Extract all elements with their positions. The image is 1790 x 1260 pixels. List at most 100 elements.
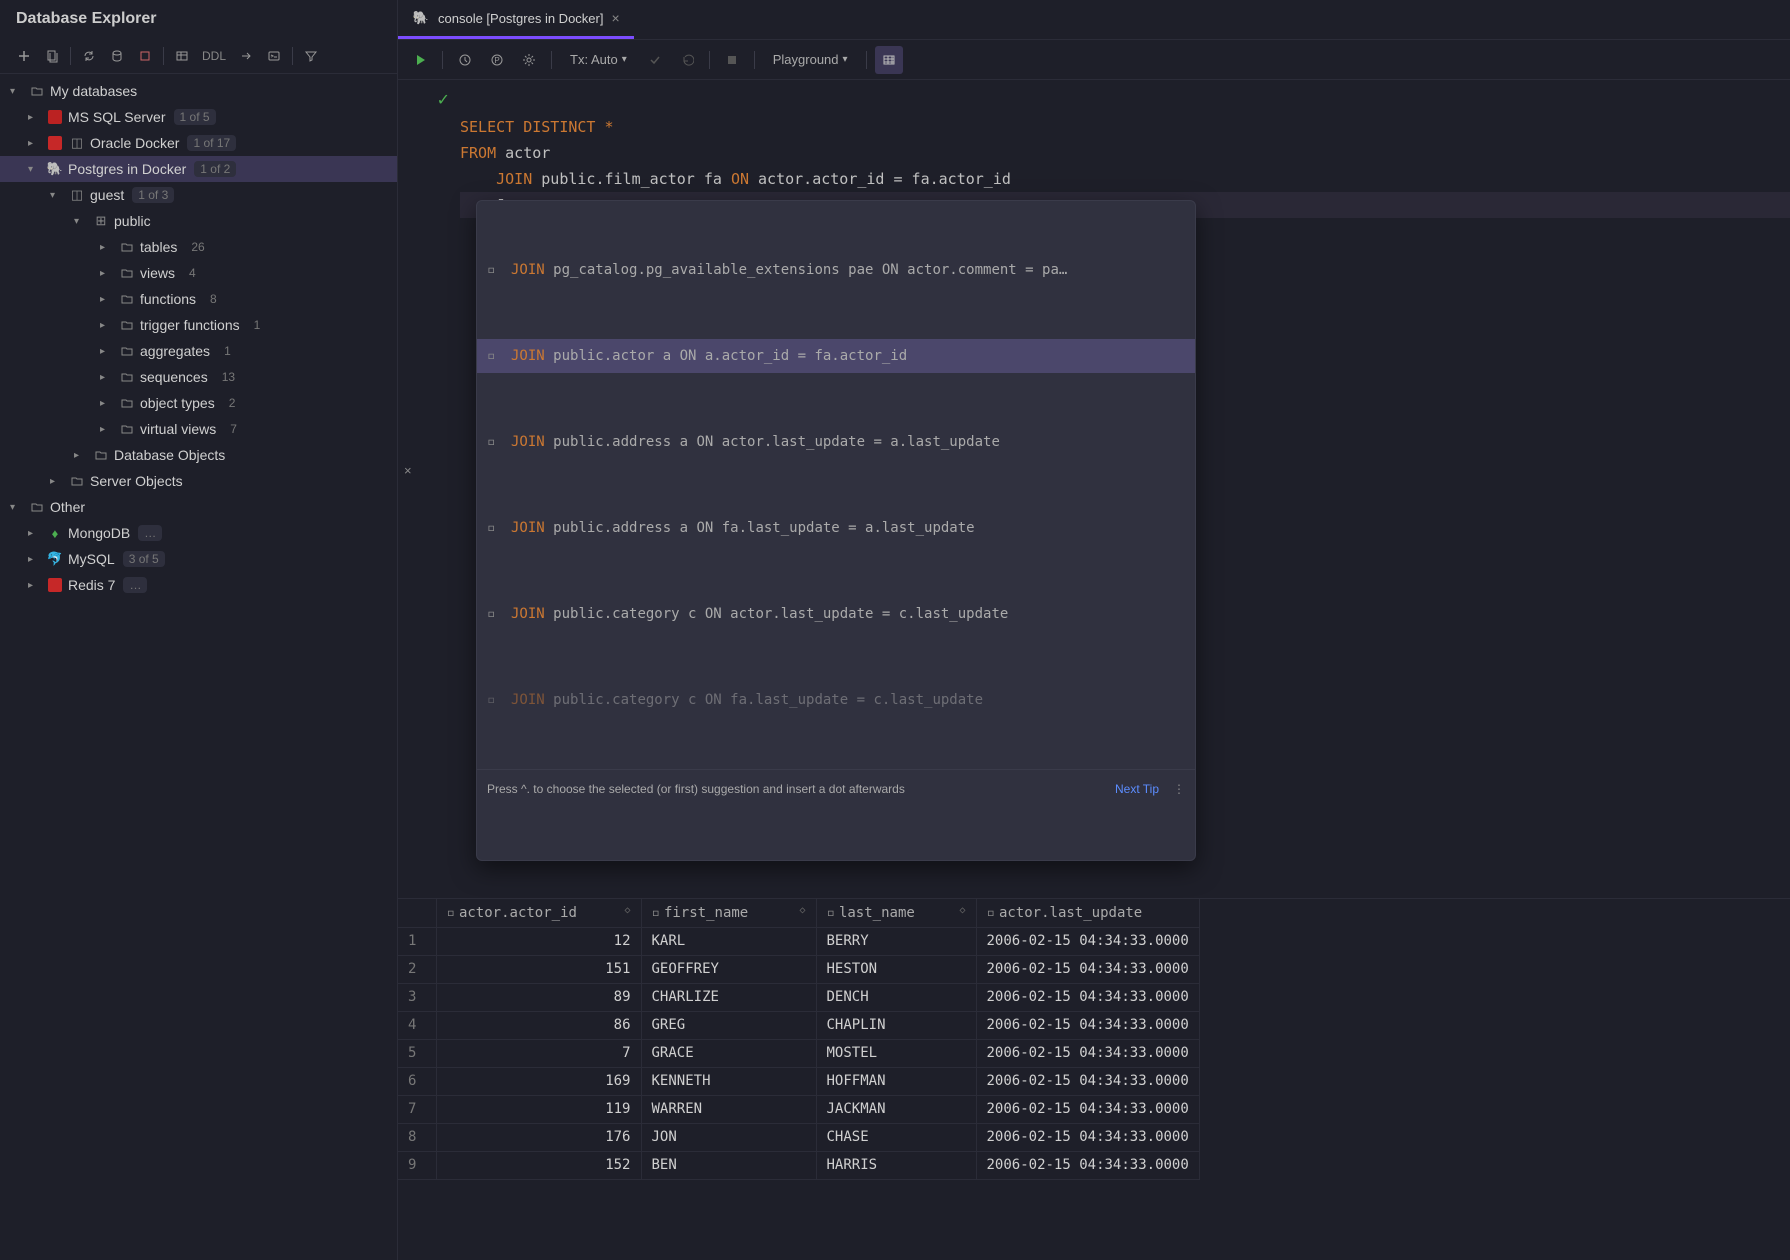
table-cell[interactable]: HOFFMAN <box>816 1067 976 1095</box>
table-row[interactable]: 57GRACEMOSTEL2006-02-15 04:34:33.0000 <box>398 1039 1199 1067</box>
close-results-icon[interactable]: × <box>404 463 412 478</box>
rollback-button[interactable] <box>673 46 701 74</box>
tree-node-my-databases[interactable]: ▾My databases <box>0 78 397 104</box>
refresh-button[interactable] <box>75 42 103 70</box>
tree-node-database-objects[interactable]: ▸Database Objects <box>0 442 397 468</box>
table-cell[interactable]: 7 <box>436 1039 641 1067</box>
table-cell[interactable]: 12 <box>436 927 641 955</box>
tree-node-sequences[interactable]: ▸sequences13 <box>0 364 397 390</box>
sort-icon[interactable]: ◇ <box>624 905 630 916</box>
table-cell[interactable]: DENCH <box>816 983 976 1011</box>
tree-node-mssql[interactable]: ▸MS SQL Server1 of 5 <box>0 104 397 130</box>
cancel-query-button[interactable] <box>718 46 746 74</box>
table-row[interactable]: 389CHARLIZEDENCH2006-02-15 04:34:33.0000 <box>398 983 1199 1011</box>
tree-node-trigger-functions[interactable]: ▸trigger functions1 <box>0 312 397 338</box>
table-cell[interactable]: KENNETH <box>641 1067 816 1095</box>
sort-icon[interactable]: ◇ <box>959 905 965 916</box>
in-editor-results-button[interactable] <box>875 46 903 74</box>
code-area[interactable]: SELECT DISTINCT * FROM actor JOIN public… <box>460 80 1790 898</box>
table-cell[interactable]: 2006-02-15 04:34:33.0000 <box>976 1039 1199 1067</box>
sql-editor[interactable]: ✓ SELECT DISTINCT * FROM actor JOIN publ… <box>398 80 1790 898</box>
completion-item[interactable]: ▫JOIN pg_catalog.pg_available_extensions… <box>477 253 1195 287</box>
table-cell[interactable]: BERRY <box>816 927 976 955</box>
column-header[interactable]: ▫last_name◇ <box>816 899 976 927</box>
close-icon[interactable]: × <box>611 10 619 26</box>
tree-node-views[interactable]: ▸views4 <box>0 260 397 286</box>
table-cell[interactable]: 176 <box>436 1123 641 1151</box>
commit-button[interactable] <box>641 46 669 74</box>
table-row[interactable]: 7119WARRENJACKMAN2006-02-15 04:34:33.000… <box>398 1095 1199 1123</box>
table-cell[interactable]: 2006-02-15 04:34:33.0000 <box>976 927 1199 955</box>
duplicate-button[interactable] <box>38 42 66 70</box>
tree-node-functions[interactable]: ▸functions8 <box>0 286 397 312</box>
table-cell[interactable]: GRACE <box>641 1039 816 1067</box>
tree-node-tables[interactable]: ▸tables26 <box>0 234 397 260</box>
table-row[interactable]: 112KARLBERRY2006-02-15 04:34:33.0000 <box>398 927 1199 955</box>
table-row[interactable]: 6169KENNETHHOFFMAN2006-02-15 04:34:33.00… <box>398 1067 1199 1095</box>
table-button[interactable] <box>168 42 196 70</box>
settings-button[interactable] <box>515 46 543 74</box>
navigate-button[interactable] <box>232 42 260 70</box>
tab-console[interactable]: 🐘 console [Postgres in Docker] × <box>398 0 634 39</box>
tree-node-aggregates[interactable]: ▸aggregates1 <box>0 338 397 364</box>
completion-item[interactable]: ▫JOIN public.address a ON actor.last_upd… <box>477 425 1195 459</box>
table-cell[interactable]: JON <box>641 1123 816 1151</box>
table-cell[interactable]: 119 <box>436 1095 641 1123</box>
add-datasource-button[interactable] <box>10 42 38 70</box>
table-cell[interactable]: JACKMAN <box>816 1095 976 1123</box>
tree-node-mysql[interactable]: ▸🐬MySQL3 of 5 <box>0 546 397 572</box>
history-button[interactable] <box>451 46 479 74</box>
completion-item[interactable]: ▫JOIN public.address a ON fa.last_update… <box>477 511 1195 545</box>
ddl-button[interactable]: DDL <box>196 42 232 70</box>
tree-node-oracle[interactable]: ▸◫Oracle Docker1 of 17 <box>0 130 397 156</box>
next-tip-link[interactable]: Next Tip <box>1115 776 1159 802</box>
column-header[interactable]: ▫first_name◇ <box>641 899 816 927</box>
tree-node-public[interactable]: ▾⊞public <box>0 208 397 234</box>
completion-item[interactable]: ▫JOIN public.category c ON actor.last_up… <box>477 597 1195 631</box>
table-cell[interactable]: 2006-02-15 04:34:33.0000 <box>976 1011 1199 1039</box>
table-row[interactable]: 8176JONCHASE2006-02-15 04:34:33.0000 <box>398 1123 1199 1151</box>
tree-node-postgres[interactable]: ▾🐘Postgres in Docker1 of 2 <box>0 156 397 182</box>
table-cell[interactable]: KARL <box>641 927 816 955</box>
tx-mode-dropdown[interactable]: Tx: Auto▾ <box>560 52 637 67</box>
tree-node-virtual-views[interactable]: ▸virtual views7 <box>0 416 397 442</box>
table-cell[interactable]: HARRIS <box>816 1151 976 1179</box>
table-cell[interactable]: GEOFFREY <box>641 955 816 983</box>
tree-node-server-objects[interactable]: ▸Server Objects <box>0 468 397 494</box>
table-cell[interactable]: 2006-02-15 04:34:33.0000 <box>976 955 1199 983</box>
table-cell[interactable]: 2006-02-15 04:34:33.0000 <box>976 1095 1199 1123</box>
tree-node-redis[interactable]: ▸Redis 7… <box>0 572 397 598</box>
sort-icon[interactable]: ◇ <box>799 905 805 916</box>
tree-node-other[interactable]: ▾Other <box>0 494 397 520</box>
table-cell[interactable]: 152 <box>436 1151 641 1179</box>
table-cell[interactable]: HESTON <box>816 955 976 983</box>
table-cell[interactable]: WARREN <box>641 1095 816 1123</box>
table-cell[interactable]: 169 <box>436 1067 641 1095</box>
run-button[interactable] <box>406 46 434 74</box>
table-cell[interactable]: 2006-02-15 04:34:33.0000 <box>976 1123 1199 1151</box>
stop-button[interactable] <box>131 42 159 70</box>
completion-item[interactable]: ▫JOIN public.category c ON fa.last_updat… <box>477 683 1195 717</box>
playground-dropdown[interactable]: Playground▾ <box>763 52 858 67</box>
table-row[interactable]: 9152BENHARRIS2006-02-15 04:34:33.0000 <box>398 1151 1199 1179</box>
table-cell[interactable]: 89 <box>436 983 641 1011</box>
table-cell[interactable]: 2006-02-15 04:34:33.0000 <box>976 1067 1199 1095</box>
completion-item[interactable]: ▫JOIN public.actor a ON a.actor_id = fa.… <box>477 339 1195 373</box>
table-row[interactable]: 2151GEOFFREYHESTON2006-02-15 04:34:33.00… <box>398 955 1199 983</box>
table-row[interactable]: 486GREGCHAPLIN2006-02-15 04:34:33.0000 <box>398 1011 1199 1039</box>
table-cell[interactable]: GREG <box>641 1011 816 1039</box>
column-header[interactable]: ▫actor.actor_id◇ <box>436 899 641 927</box>
table-cell[interactable]: CHAPLIN <box>816 1011 976 1039</box>
table-cell[interactable]: 86 <box>436 1011 641 1039</box>
tree-node-mongodb[interactable]: ▸♦MongoDB… <box>0 520 397 546</box>
table-cell[interactable]: CHASE <box>816 1123 976 1151</box>
table-cell[interactable]: CHARLIZE <box>641 983 816 1011</box>
explain-plan-button[interactable]: P <box>483 46 511 74</box>
console-button[interactable] <box>260 42 288 70</box>
more-icon[interactable]: ⋮ <box>1173 776 1185 802</box>
table-cell[interactable]: 2006-02-15 04:34:33.0000 <box>976 983 1199 1011</box>
sync-button[interactable] <box>103 42 131 70</box>
results-grid[interactable]: ▫actor.actor_id◇ ▫first_name◇ ▫last_name… <box>398 899 1790 1260</box>
table-cell[interactable]: 151 <box>436 955 641 983</box>
filter-button[interactable] <box>297 42 325 70</box>
